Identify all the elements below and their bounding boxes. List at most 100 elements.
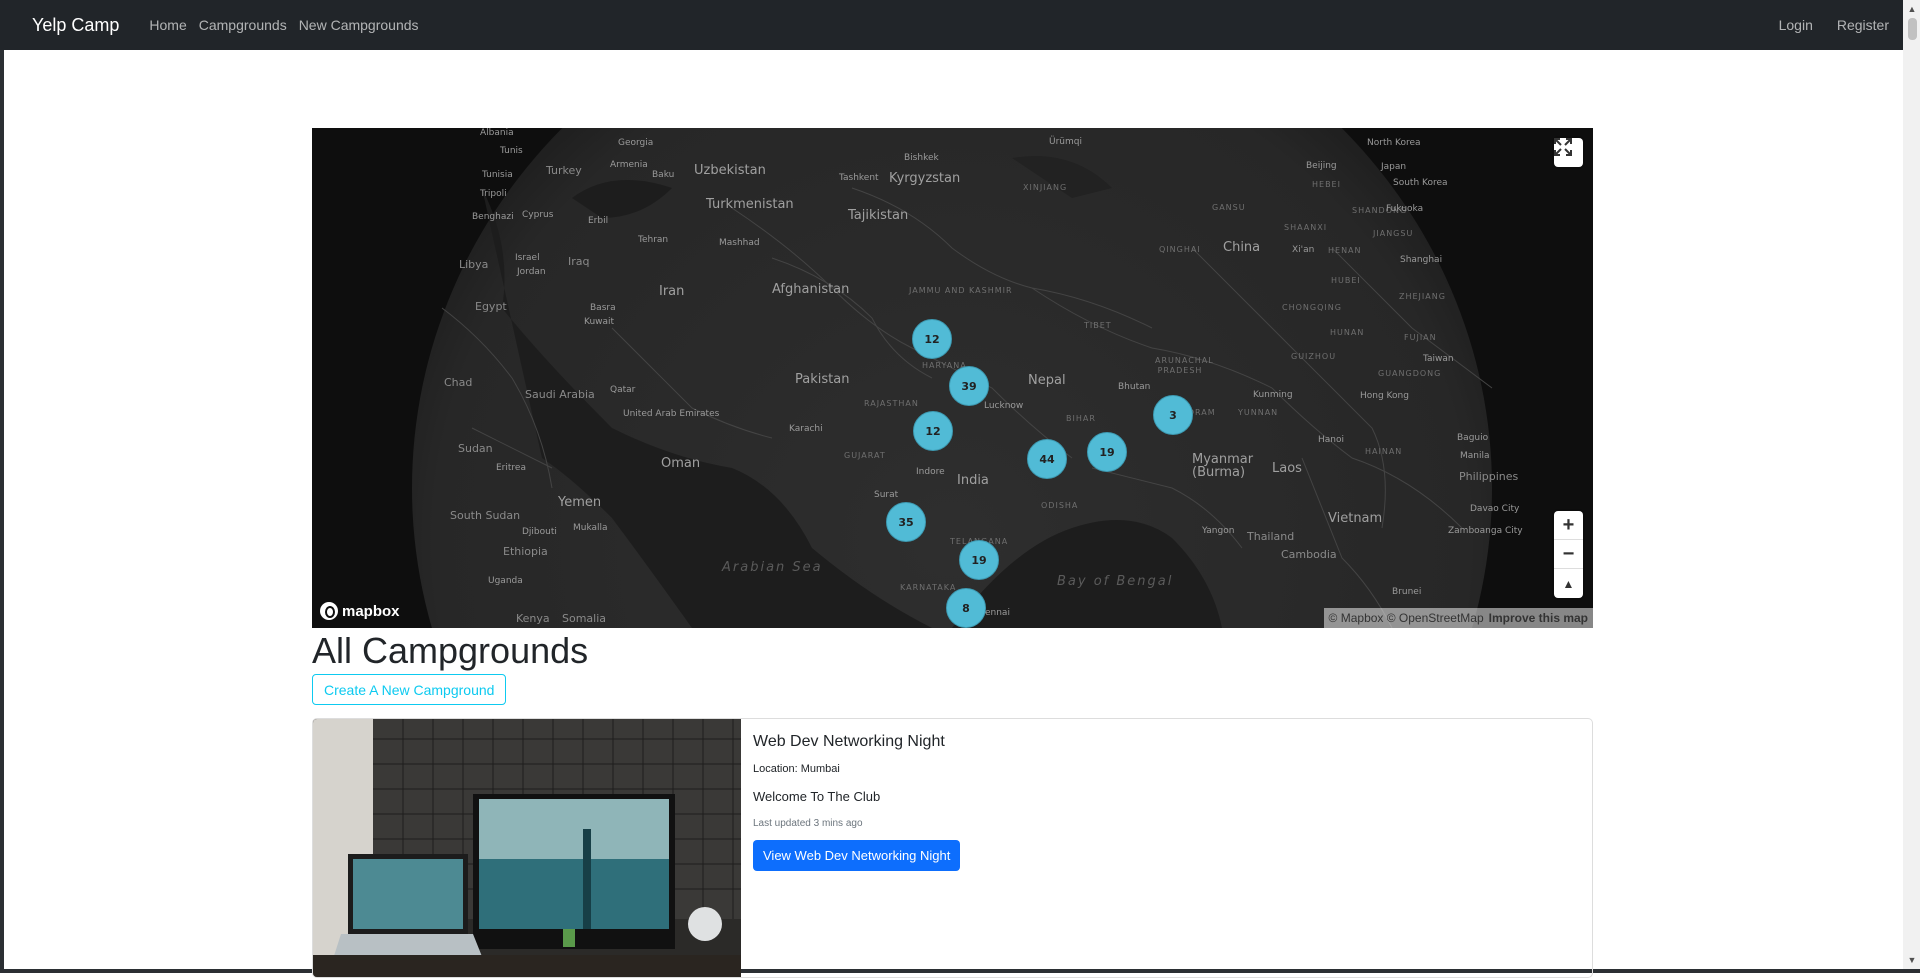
zoom-out-button[interactable]: − [1554, 540, 1583, 569]
campground-location: Location: Mumbai [753, 763, 840, 775]
map-label: KARNATAKA [900, 583, 957, 592]
mapbox-logo[interactable]: mapbox [320, 602, 400, 620]
map-label: HEBEI [1312, 180, 1341, 189]
map-cluster-marker[interactable]: 12 [913, 411, 953, 451]
map-label: Sudan [458, 442, 493, 455]
improve-map-link[interactable]: Improve this map [1489, 611, 1588, 625]
map-label: GUANGDONG [1378, 369, 1442, 378]
map-label: Uzbekistan [694, 163, 766, 178]
map-cluster-marker[interactable]: 39 [949, 366, 989, 406]
compass-icon[interactable]: ▲ [1554, 569, 1583, 598]
map-label: Qatar [610, 385, 636, 395]
map-label: RAJASTHAN [864, 399, 919, 408]
map-label: Myanmar (Burma) [1192, 452, 1254, 480]
scroll-thumb[interactable] [1908, 18, 1917, 40]
map-cluster-marker[interactable]: 8 [946, 588, 986, 628]
campground-title: Web Dev Networking Night [753, 733, 945, 750]
map-cluster-marker[interactable]: 19 [959, 540, 999, 580]
map-cluster-marker[interactable]: 3 [1153, 395, 1193, 435]
map-label: Shanghai [1400, 255, 1443, 265]
map-label: Bhutan [1118, 382, 1151, 392]
campground-photo [313, 719, 741, 977]
campground-card-body: Web Dev Networking Night Location: Mumba… [753, 733, 961, 871]
map-label: Fukuoka [1386, 204, 1424, 214]
map-label: JIANGSU [1373, 229, 1414, 238]
map-label: FUJIAN [1404, 333, 1437, 342]
page-title: All Campgrounds [312, 630, 589, 671]
map-cluster-marker[interactable]: 35 [886, 502, 926, 542]
attribution-text[interactable]: © Mapbox © OpenStreetMap [1329, 611, 1484, 625]
map-cluster-marker[interactable]: 44 [1027, 439, 1067, 479]
map-label: TIBET [1084, 321, 1112, 330]
map-label: Cambodia [1281, 548, 1337, 561]
cluster-map[interactable]: Albania Georgia Tunis Tunisia Turkey Arm… [312, 128, 1593, 628]
map-label: Basra [590, 303, 616, 313]
map-label: India [957, 473, 989, 488]
map-label: Iraq [568, 255, 590, 268]
map-label: Tunis [500, 146, 523, 156]
map-label: XINJIANG [1023, 183, 1068, 192]
map-label: Brunei [1392, 587, 1422, 597]
map-label: Hanoi [1318, 435, 1344, 445]
map-label: Somalia [562, 612, 607, 625]
scroll-down-arrow-icon[interactable]: ▼ [1907, 955, 1917, 965]
zoom-in-button[interactable]: + [1554, 511, 1583, 540]
fullscreen-icon [1554, 138, 1572, 156]
map-label: Kuwait [584, 317, 615, 327]
brand-logo[interactable]: Yelp Camp [32, 15, 119, 36]
map-label: Beijing [1306, 161, 1337, 171]
map-label: Tehran [638, 235, 669, 245]
nav-register[interactable]: Register [1837, 17, 1889, 33]
map-label: North Korea [1367, 138, 1421, 148]
map-label: Eritrea [496, 463, 526, 473]
map-label: Manila [1460, 451, 1490, 461]
nav-home[interactable]: Home [149, 17, 186, 33]
map-label: Tashkent [839, 173, 879, 183]
page-scrollbar[interactable]: ▲ ▼ [1903, 0, 1920, 969]
map-label: Vietnam [1328, 511, 1383, 526]
scroll-up-arrow-icon[interactable]: ▲ [1907, 4, 1917, 14]
map-label: Thailand [1247, 530, 1295, 543]
map-label: CHONGQING [1282, 303, 1342, 312]
map-label: YUNNAN [1238, 408, 1279, 417]
map-label: Yangon [1202, 526, 1235, 536]
map-label: HAINAN [1365, 447, 1403, 456]
map-label: Libya [459, 258, 489, 271]
map-label: Cyprus [522, 210, 554, 220]
map-label: ZHEJIANG [1399, 292, 1446, 301]
map-label: Ethiopia [503, 545, 548, 558]
fullscreen-button[interactable] [1554, 138, 1583, 167]
map-label: Benghazi [472, 212, 514, 222]
map-label: Bay of Bengal [1057, 574, 1174, 589]
map-label: Yemen [558, 495, 602, 510]
view-campground-button[interactable]: View Web Dev Networking Night [753, 840, 961, 871]
map-label: Mukalla [573, 523, 608, 533]
map-label: Tunisia [482, 170, 513, 180]
nav-campgrounds[interactable]: Campgrounds [199, 17, 287, 33]
map-label: JAMMU AND KASHMIR [909, 286, 1013, 295]
map-label: GUIZHOU [1291, 352, 1337, 361]
map-label: Pakistan [795, 372, 850, 387]
map-cluster-marker[interactable]: 19 [1087, 432, 1127, 472]
map-label: SHAANXI [1284, 223, 1328, 232]
map-label: Ürümqi [1049, 137, 1082, 147]
map-label: Georgia [618, 138, 654, 148]
map-label: Indore [916, 467, 945, 477]
map-label: Iran [659, 284, 685, 299]
map-label: United Arab Emirates [623, 409, 720, 419]
map-cluster-marker[interactable]: 12 [912, 319, 952, 359]
map-label: Tripoli [480, 189, 507, 199]
map-label: Albania [480, 128, 514, 138]
nav-login[interactable]: Login [1779, 17, 1813, 33]
campground-card: Web Dev Networking Night Location: Mumba… [312, 718, 1593, 978]
map-label: Chad [444, 376, 473, 389]
map-label: Kenya [516, 612, 550, 625]
nav-auth: Login Register [1755, 17, 1889, 33]
map-label: Zamboanga City [1448, 526, 1523, 536]
map-label: Oman [661, 456, 701, 471]
campground-updated: Last updated 3 mins ago [753, 818, 863, 829]
map-label: ODISHA [1041, 501, 1079, 510]
map-label: Uganda [488, 576, 523, 586]
nav-new-campgrounds[interactable]: New Campgrounds [299, 17, 419, 33]
create-campground-button[interactable]: Create A New Campground [312, 674, 507, 705]
